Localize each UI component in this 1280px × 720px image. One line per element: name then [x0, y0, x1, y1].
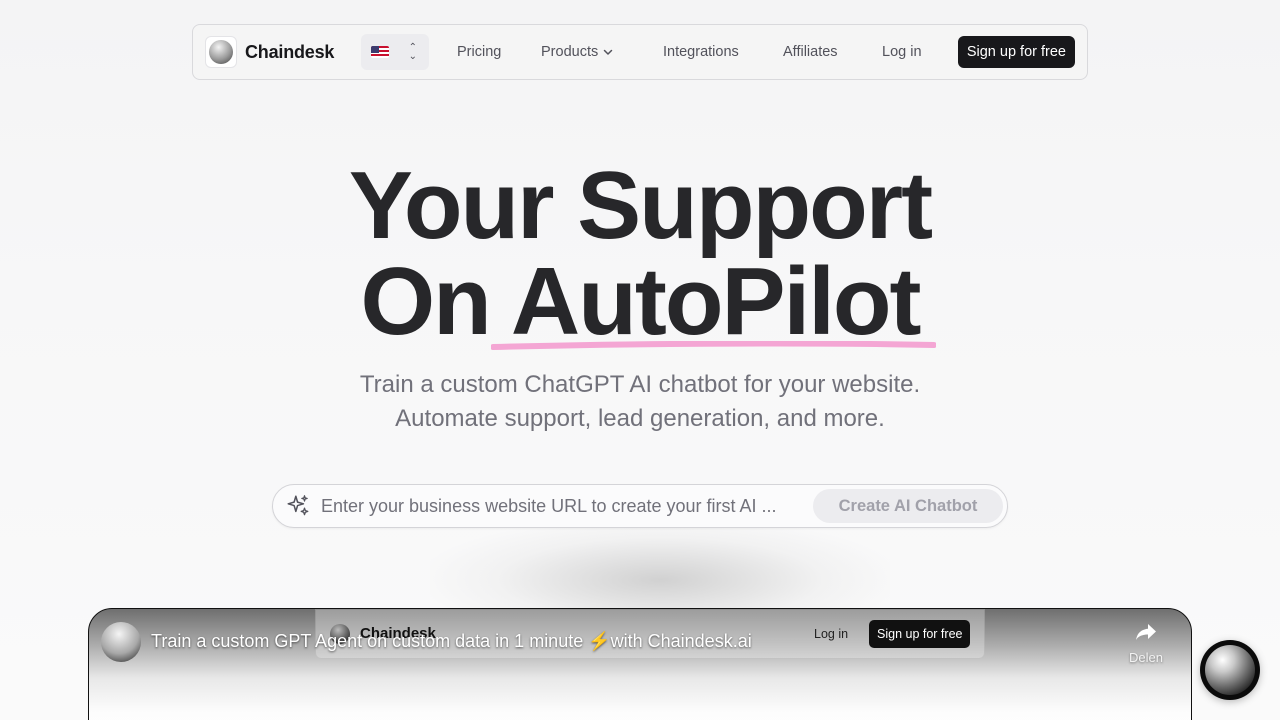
create-chatbot-form: Create AI Chatbot: [272, 484, 1008, 528]
login-link[interactable]: Log in: [874, 44, 930, 60]
top-navbar: Chaindesk ⌃ ⌄ Pricing Products Integratio…: [192, 24, 1088, 80]
video-embed[interactable]: Chaindesk Log in Sign up for free Train …: [88, 608, 1192, 720]
hero-title-line-1: Your Support: [348, 152, 933, 259]
brand[interactable]: Chaindesk: [205, 36, 357, 68]
share-label: Delen: [1129, 650, 1163, 665]
hero-subtitle: Train a custom ChatGPT AI chatbot for yo…: [0, 368, 1280, 436]
chat-widget-button[interactable]: [1200, 640, 1260, 700]
video-login-text: Log in: [814, 627, 849, 641]
nav-link-products-label: Products: [541, 44, 599, 60]
nav-link-affiliates[interactable]: Affiliates: [775, 44, 846, 60]
nav-link-pricing[interactable]: Pricing: [449, 44, 509, 60]
video-signup-text: Sign up for free: [869, 620, 971, 648]
hero-subtitle-line-2: Automate support, lead generation, and m…: [395, 405, 885, 432]
sparkles-icon: [287, 495, 309, 516]
us-flag-icon: [371, 46, 389, 58]
hero-title: Your Support On AutoPilot: [0, 158, 1280, 350]
hero-subtitle-line-1: Train a custom ChatGPT AI chatbot for yo…: [359, 371, 921, 398]
chevron-up-down-icon: ⌃ ⌄: [408, 42, 417, 62]
create-ai-chatbot-button[interactable]: Create AI Chatbot: [813, 489, 1003, 523]
nav-link-products[interactable]: Products: [533, 44, 622, 60]
language-selector[interactable]: ⌃ ⌄: [361, 34, 429, 70]
chevron-down-icon: [603, 49, 613, 55]
video-title[interactable]: Train a custom GPT Agent on custom data …: [151, 631, 752, 652]
logo-sphere-icon: [209, 40, 233, 64]
video-share-button[interactable]: Delen: [1121, 621, 1171, 665]
channel-avatar[interactable]: [101, 622, 141, 662]
hero-underline-stroke: [491, 341, 936, 350]
hero-title-line-2: On AutoPilot: [360, 248, 922, 355]
share-arrow-icon: [1136, 624, 1156, 640]
website-url-input[interactable]: [321, 495, 799, 517]
chat-orb-icon: [1205, 645, 1255, 695]
signup-button[interactable]: Sign up for free: [957, 36, 1075, 68]
brand-logo: [205, 36, 237, 68]
nav-link-integrations[interactable]: Integrations: [655, 44, 747, 60]
brand-name: Chaindesk: [245, 41, 335, 62]
